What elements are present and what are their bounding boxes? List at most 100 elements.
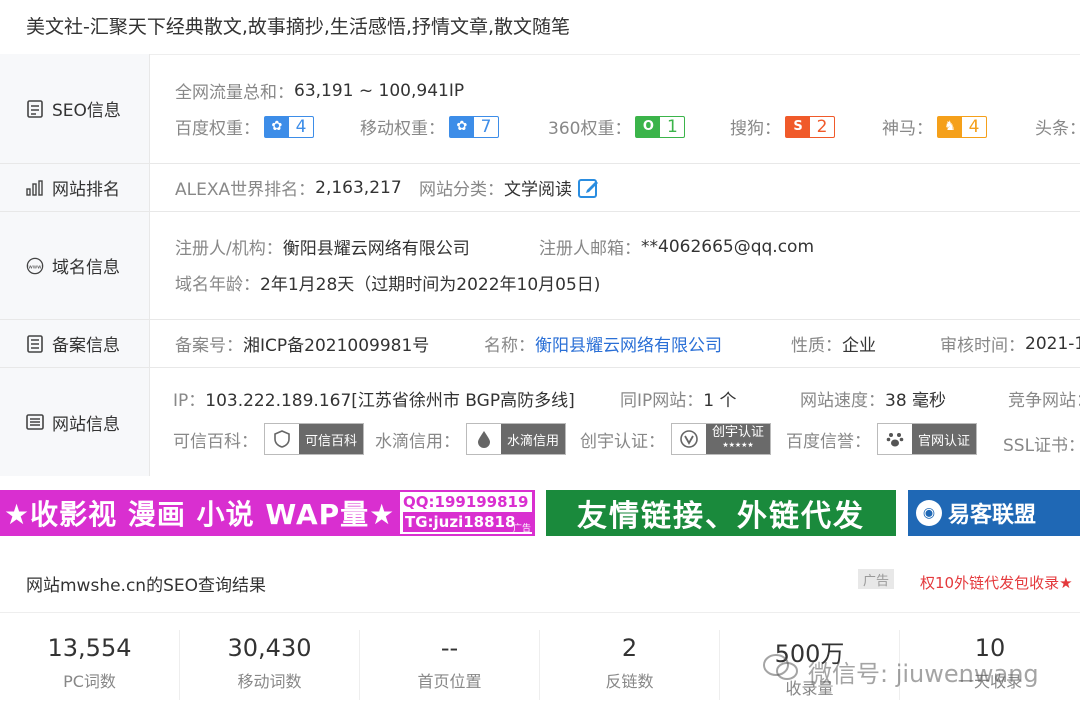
alexa-value: 2,163,217 (315, 177, 402, 198)
sogou-weight-value: 2 (816, 116, 828, 137)
chuangyu-badge[interactable]: 创宇认证 ★★★★★ (671, 423, 772, 455)
competitor-line: 竞争网站： (1008, 386, 1080, 411)
360-icon: O (636, 116, 661, 137)
shenma-icon: ♞ (938, 116, 962, 137)
divider (0, 612, 1080, 613)
traffic-label: 全网流量总和： (175, 83, 294, 103)
site-row: 网站信息 IP： 103.222.189.167[江苏省徐州市 BGP高防多线]… (0, 368, 1080, 476)
icp-name-link[interactable]: 衡阳县耀云网络有限公司 (535, 331, 722, 356)
stat-backlinks[interactable]: 2 反链数 (540, 630, 720, 700)
seo-heading: SEO信息 (52, 101, 121, 121)
chuangyu-badge-title: 创宇认证 (712, 425, 765, 440)
alexa-label: ALEXA世界排名： (175, 180, 316, 200)
category-label: 网站分类： (419, 180, 504, 200)
kexin-badge-text: 可信百科 (299, 424, 364, 454)
ip-label: IP： (173, 391, 206, 411)
category-line: 网站分类： 文学阅读 (419, 175, 600, 200)
alexa-line: ALEXA世界排名： 2,163,217 (175, 175, 402, 201)
ad-banner-video[interactable]: ★收影视 漫画 小说 WAP量★ QQ:199199819 TG:juzi188… (0, 490, 535, 536)
registrant-label: 注册人/机构： (175, 239, 283, 259)
site-heading: 网站信息 (52, 414, 120, 435)
360-weight-badge[interactable]: O 1 (635, 115, 686, 138)
ad-banner-yike[interactable]: ◉ 易客联盟 (908, 490, 1080, 536)
seo-row-body: 全网流量总和： 63,191 ~ 100,941IP 百度权重： ✿ 4 移动权… (175, 54, 1080, 163)
icp-nature-line: 性质： 企业 (791, 331, 876, 356)
stat-home-position[interactable]: -- 首页位置 (360, 630, 540, 700)
speed-line: 网站速度： 38 毫秒 (800, 386, 946, 411)
seo-row-header: SEO信息 (0, 54, 150, 163)
shenma-weight-badge[interactable]: ♞ 4 (937, 115, 987, 138)
baidu-weight-value: 4 (295, 116, 307, 137)
traffic-line: 全网流量总和： 63,191 ~ 100,941IP (175, 78, 465, 104)
stat-caption: 首页位置 (417, 672, 482, 691)
sogou-weight-badge[interactable]: S 2 (785, 115, 835, 138)
icp-audit-label: 审核时间： (940, 336, 1025, 356)
domain-row-body: 注册人/机构： 衡阳县耀云网络有限公司 注册人邮箱： **4062665@qq.… (175, 212, 1080, 319)
icp-heading: 备案信息 (52, 336, 120, 356)
chuangyu-badge-stars: ★★★★★ (722, 441, 754, 449)
ip-line: IP： 103.222.189.167[江苏省徐州市 BGP高防多线] (173, 386, 575, 411)
mobile-weight[interactable]: 移动权重： ✿ 7 (360, 114, 499, 139)
chuangyu-label: 创宇认证： (580, 431, 665, 452)
stat-value: 30,430 (227, 634, 312, 662)
stat-pc-words[interactable]: 13,554 PC词数 (0, 630, 180, 700)
edit-icon[interactable] (578, 177, 600, 199)
ad-qq: QQ:199199819 (403, 493, 529, 511)
icp-name-label: 名称： (484, 336, 535, 356)
ad-banner-links[interactable]: 友情链接、外链代发 (546, 490, 896, 536)
bar-chart-icon (26, 179, 44, 197)
toutiao-weight[interactable]: 头条： (1035, 114, 1080, 139)
water-drop-icon (467, 424, 501, 454)
mobile-weight-label: 移动权重： (360, 119, 445, 139)
domain-heading: 域名信息 (52, 258, 120, 278)
list-icon (26, 413, 44, 431)
email-line: 注册人邮箱： **4062665@qq.com (539, 234, 814, 260)
shuidi-badge[interactable]: 水滴信用 (466, 423, 567, 455)
domain-age-value: 2年1月28天（过期时间为2022年10月05日) (260, 275, 601, 295)
icp-row-header: 备案信息 (0, 320, 150, 367)
baidu-credit-badge[interactable]: 官网认证 (877, 423, 978, 455)
wechat-watermark: 微信号: jiuwenwang (762, 652, 1039, 690)
traffic-value: 63,191 ~ 100,941IP (294, 80, 465, 101)
site-info-table: SEO信息 全网流量总和： 63,191 ~ 100,941IP 百度权重： ✿… (0, 54, 1080, 476)
kexin-badge[interactable]: 可信百科 (264, 423, 365, 455)
speed-label: 网站速度： (800, 391, 885, 411)
baidu-credit-label: 百度信誉： (786, 431, 871, 452)
ad-banner-video-text: ★收影视 漫画 小说 WAP量★ (4, 498, 396, 531)
watermark-text: 微信号: jiuwenwang (808, 659, 1039, 688)
stat-value: 13,554 (47, 634, 132, 662)
stat-mobile-words[interactable]: 30,430 移动词数 (180, 630, 360, 700)
rank-row-body: ALEXA世界排名： 2,163,217 网站分类： 文学阅读 (175, 164, 1080, 211)
shenma-weight[interactable]: 神马： ♞ 4 (882, 114, 987, 139)
domain-age-label: 域名年龄： (175, 275, 260, 295)
mobile-weight-badge[interactable]: ✿ 7 (449, 115, 499, 138)
ad-text-link[interactable]: 权10外链代发包收录★ (920, 572, 1073, 593)
sogou-weight[interactable]: 搜狗： S 2 (730, 114, 835, 139)
site-row-header: 网站信息 (0, 368, 150, 476)
ad-banner-strip: ★收影视 漫画 小说 WAP量★ QQ:199199819 TG:juzi188… (0, 485, 1080, 541)
rank-row-header: 网站排名 (0, 164, 150, 211)
seo-result-title: 网站mwshe.cn的SEO查询结果 (26, 576, 266, 596)
email-label: 注册人邮箱： (539, 239, 641, 259)
mobile-weight-value: 7 (480, 116, 492, 137)
registrant-line: 注册人/机构： 衡阳县耀云网络有限公司 (175, 234, 470, 259)
rank-heading: 网站排名 (52, 180, 120, 200)
page-title: 美文社-汇聚天下经典散文,故事摘抄,生活感悟,抒情文章,散文随笔 (26, 16, 571, 38)
shenma-weight-value: 4 (968, 116, 980, 137)
baidu-weight[interactable]: 百度权重： ✿ 4 (175, 114, 314, 139)
stat-value: 2 (621, 634, 638, 662)
360-weight-value: 1 (667, 116, 678, 137)
svg-text:www: www (28, 264, 42, 270)
ad-banner-yike-text: 易客联盟 (948, 503, 1037, 528)
shuidi-label: 水滴信用： (375, 431, 460, 452)
sogou-icon: S (786, 116, 810, 137)
360-weight[interactable]: 360权重： O 1 (548, 114, 686, 139)
icp-number-line: 备案号： 湘ICP备2021009981号 (175, 331, 429, 356)
360-weight-label: 360权重： (548, 119, 632, 139)
wechat-icon (762, 652, 800, 690)
baidu-weight-badge[interactable]: ✿ 4 (264, 115, 314, 138)
same-ip-label: 同IP网站： (620, 391, 704, 411)
baidu-paw-icon: ✿ (450, 116, 474, 137)
baidu-credit-line: 百度信誉： 官网认证 (786, 423, 978, 455)
speed-value: 38 毫秒 (885, 391, 947, 411)
